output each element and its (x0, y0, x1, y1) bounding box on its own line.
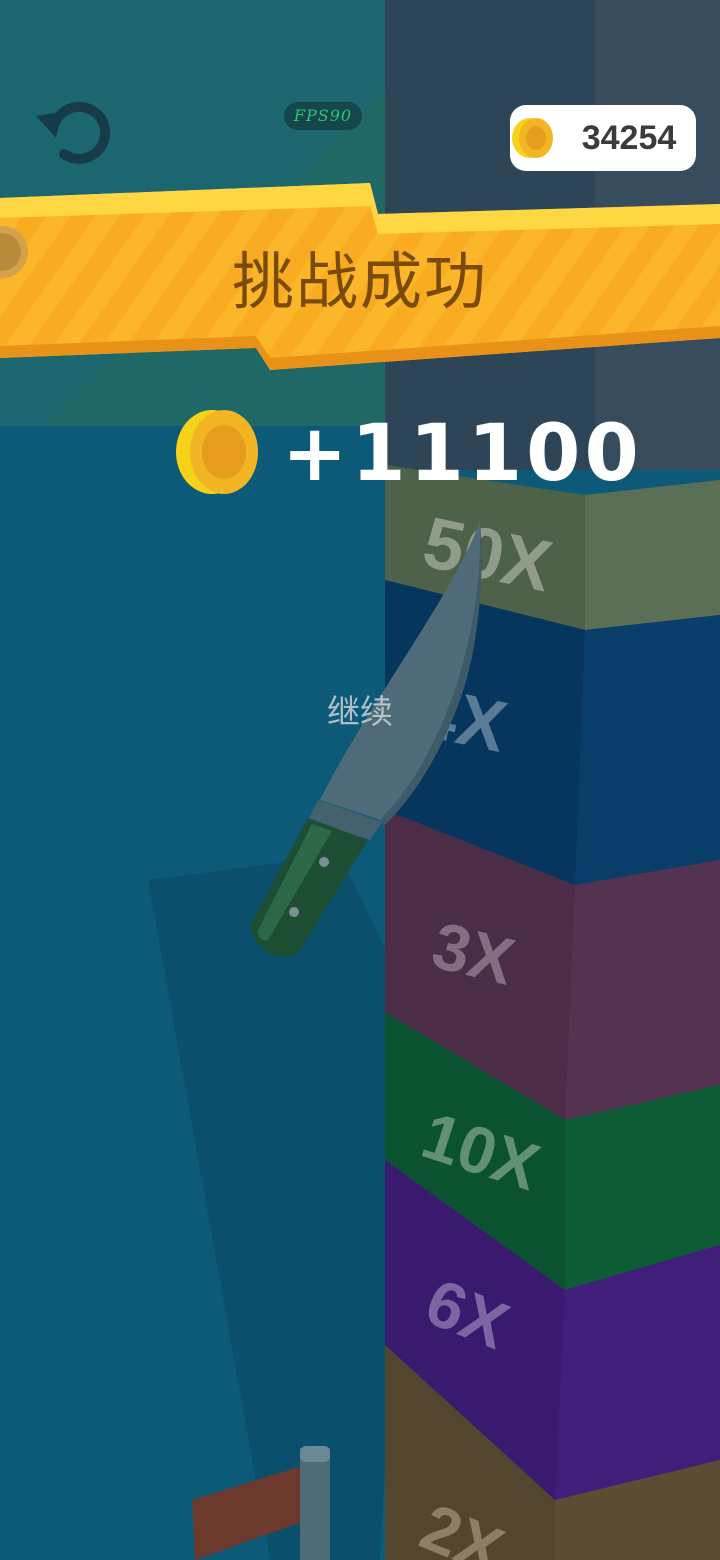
coin-icon (512, 118, 553, 158)
side-badge-icon[interactable] (0, 224, 30, 280)
game-screen[interactable]: 50X 4X 3X 10X 6X 2X 挑战成功 FPS90 34254 +11… (0, 0, 720, 1560)
fence-post-top (300, 1446, 330, 1462)
tower-block-1-face (585, 480, 720, 630)
continue-button[interactable]: 继续 (290, 684, 430, 740)
restart-icon[interactable] (28, 94, 112, 172)
knife-rivet (319, 857, 329, 867)
knife-rivet (289, 907, 299, 917)
coin-balance: 34254 (581, 119, 677, 157)
tower-block-3-face (565, 860, 720, 1120)
reward-coin-icon (176, 410, 258, 494)
coin-balance-panel: 34254 (510, 105, 696, 171)
fence-post (300, 1448, 330, 1560)
banner-title: 挑战成功 (231, 245, 488, 318)
reward-amount: +11100 (282, 409, 643, 499)
fps-counter: FPS90 (284, 102, 362, 130)
tower-block-2-face (575, 615, 720, 885)
